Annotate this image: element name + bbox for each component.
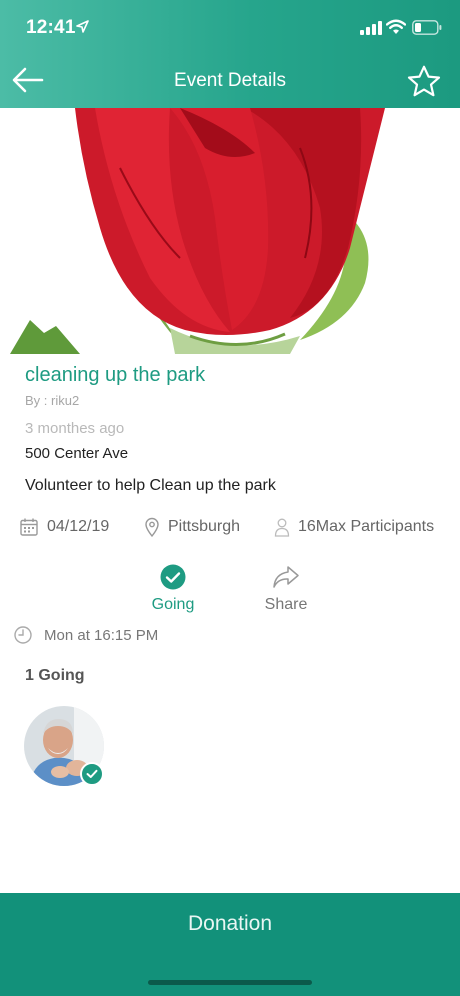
- signal-bars-icon: [360, 21, 382, 40]
- status-time: 12:41: [26, 17, 76, 38]
- user-icon: [274, 518, 290, 537]
- check-circle-icon: [160, 564, 186, 590]
- event-participants: 16Max Participants: [274, 515, 434, 539]
- share-arrow-icon: [273, 566, 299, 588]
- event-title: cleaning up the park: [25, 364, 206, 386]
- event-location-text: Pittsburgh: [168, 518, 241, 535]
- map-pin-icon: [145, 517, 159, 537]
- app-header: 12:41 Event Details: [0, 0, 460, 108]
- star-outline-icon: [407, 65, 441, 96]
- going-count: 1 Going: [25, 667, 85, 684]
- home-indicator: [148, 980, 312, 985]
- event-meta-row: 04/12/19 Pittsburgh 16Max Participants: [0, 515, 460, 539]
- event-date: 04/12/19: [19, 515, 109, 539]
- status-bar: 12:41: [0, 0, 460, 56]
- clock-icon: [14, 626, 32, 644]
- event-image: [0, 108, 460, 354]
- attendee-avatar[interactable]: [24, 706, 106, 788]
- share-button[interactable]: Share: [246, 562, 326, 614]
- event-posted-ago: 3 monthes ago: [25, 420, 125, 437]
- going-label: Going: [151, 596, 195, 613]
- location-arrow-icon: [76, 20, 89, 38]
- wifi-icon: [385, 19, 407, 40]
- event-time-text: Mon at 16:15 PM: [44, 626, 159, 644]
- share-label: Share: [264, 596, 308, 613]
- event-organizer: By : riku2: [25, 393, 80, 408]
- event-participants-text: 16Max Participants: [298, 518, 435, 535]
- favorite-button[interactable]: [404, 62, 444, 100]
- event-time: Mon at 16:15 PM: [14, 624, 158, 646]
- battery-icon: [412, 20, 442, 40]
- event-description: Volunteer to help Clean up the park: [25, 477, 276, 494]
- page-title: Event Details: [174, 70, 286, 91]
- donation-button[interactable]: Donation: [0, 893, 460, 996]
- event-date-text: 04/12/19: [47, 518, 110, 535]
- calendar-icon: [20, 518, 38, 536]
- event-location: Pittsburgh: [144, 515, 240, 539]
- going-button[interactable]: Going: [133, 562, 213, 614]
- checkmark-badge-icon: [80, 762, 104, 786]
- event-address: 500 Center Ave: [25, 445, 129, 462]
- donation-label: Donation: [187, 912, 273, 935]
